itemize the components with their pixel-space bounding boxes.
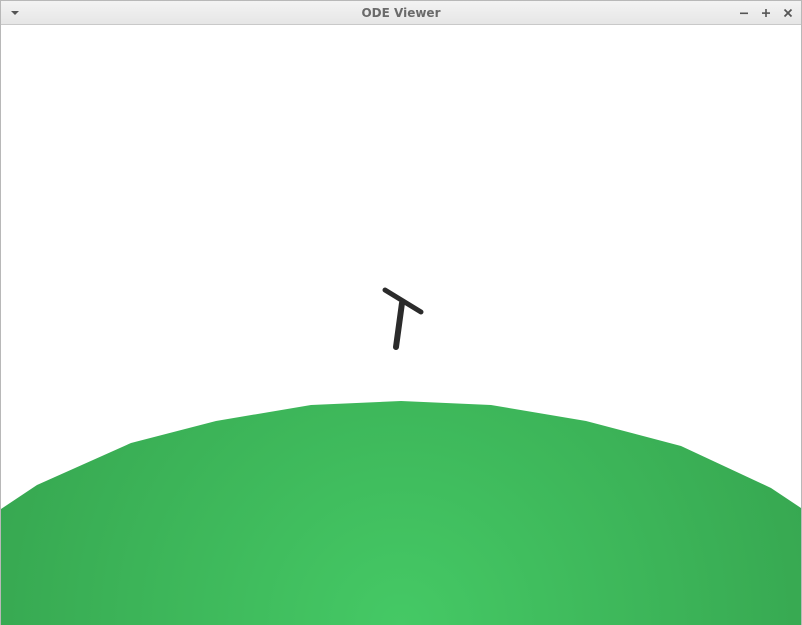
3d-viewport[interactable] <box>1 25 801 625</box>
minimize-icon[interactable] <box>737 6 751 20</box>
ground-sphere <box>1 401 801 625</box>
window-title: ODE Viewer <box>361 6 441 20</box>
maximize-icon[interactable] <box>759 6 773 20</box>
title-bar[interactable]: ODE Viewer <box>1 1 801 25</box>
ode-body <box>382 287 424 350</box>
app-window: ODE Viewer <box>0 0 802 625</box>
scene-canvas <box>1 287 801 625</box>
close-icon[interactable] <box>781 6 795 20</box>
